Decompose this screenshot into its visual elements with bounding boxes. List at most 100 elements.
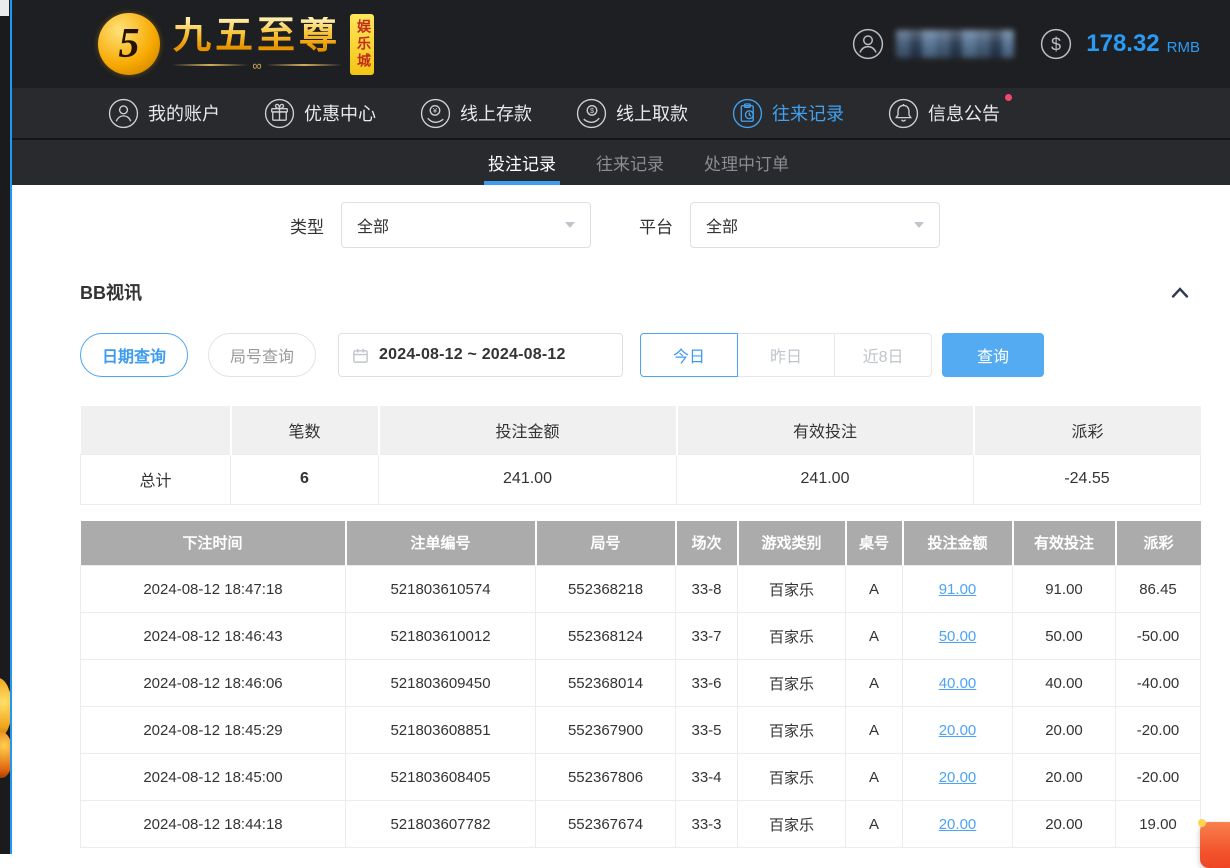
type-select[interactable]: 全部 bbox=[341, 202, 591, 248]
cell-table-no: A bbox=[846, 801, 903, 848]
nav-item-transaction-records[interactable]: 往来记录 bbox=[732, 98, 844, 129]
cell-session: 33-8 bbox=[676, 566, 738, 613]
cell-order-no: 521803610574 bbox=[346, 566, 536, 613]
cell-payout: 86.45 bbox=[1116, 566, 1201, 613]
summary-header-bet-amount: 投注金额 bbox=[379, 406, 677, 454]
svg-text:$: $ bbox=[1051, 34, 1061, 54]
summary-table: 笔数 投注金额 有效投注 派彩 总计 6 241.00 241.00 -24.5… bbox=[80, 406, 1201, 505]
main-navigation: 我的账户 优惠中心 ¥ bbox=[12, 88, 1230, 138]
today-button[interactable]: 今日 bbox=[640, 333, 738, 377]
records-table: 下注时间 注单编号 局号 场次 游戏类别 桌号 投注金额 有效投注 派彩 202… bbox=[80, 521, 1201, 849]
tab-label: 往来记录 bbox=[596, 150, 664, 175]
cell-table-no: A bbox=[846, 613, 903, 660]
col-table-no: 桌号 bbox=[846, 521, 903, 566]
caret-down-icon bbox=[565, 222, 575, 228]
record-clipboard-icon bbox=[732, 98, 763, 129]
round-query-button[interactable]: 局号查询 bbox=[208, 333, 316, 377]
table-row: 2024-08-12 18:45:00 521803608405 5523678… bbox=[81, 754, 1201, 801]
svg-text:$: $ bbox=[590, 105, 594, 114]
sub-tab-bar: 投注记录 往来记录 处理中订单 bbox=[12, 138, 1230, 185]
table-row: 2024-08-12 18:46:06 521803609450 5523680… bbox=[81, 660, 1201, 707]
col-round-no: 局号 bbox=[536, 521, 676, 566]
cell-game-type: 百家乐 bbox=[738, 707, 846, 754]
cell-payout: -50.00 bbox=[1116, 613, 1201, 660]
last-8-days-button[interactable]: 近8日 bbox=[834, 333, 932, 377]
filter-row: 类型 全部 平台 全部 bbox=[290, 202, 1230, 248]
summary-total-row: 总计 6 241.00 241.00 -24.55 bbox=[81, 454, 1201, 504]
platform-select[interactable]: 全部 bbox=[690, 202, 940, 248]
nav-label: 我的账户 bbox=[148, 100, 220, 126]
bet-amount-link[interactable]: 20.00 bbox=[939, 769, 977, 786]
cell-order-no: 521803608405 bbox=[346, 754, 536, 801]
nav-label: 线上取款 bbox=[616, 100, 688, 126]
table-row: 2024-08-12 18:44:18 521803607782 5523676… bbox=[81, 801, 1201, 848]
notification-dot bbox=[1005, 94, 1012, 101]
tab-bet-records[interactable]: 投注记录 bbox=[486, 140, 558, 185]
tab-label: 投注记录 bbox=[488, 150, 556, 175]
summary-count: 6 bbox=[231, 454, 379, 504]
nav-label: 线上存款 bbox=[460, 100, 532, 126]
col-valid-bet: 有效投注 bbox=[1013, 521, 1116, 566]
cell-order-no: 521803609450 bbox=[346, 660, 536, 707]
logo-mark-icon: 5 bbox=[98, 13, 160, 75]
cell-table-no: A bbox=[846, 754, 903, 801]
col-game-type: 游戏类别 bbox=[738, 521, 846, 566]
section-title: BB视讯 bbox=[80, 279, 142, 305]
cell-bet-time: 2024-08-12 18:44:18 bbox=[81, 801, 346, 848]
yesterday-button[interactable]: 昨日 bbox=[737, 333, 835, 377]
background-window-top bbox=[0, 0, 9, 16]
cell-valid-bet: 20.00 bbox=[1013, 707, 1116, 754]
date-query-button[interactable]: 日期查询 bbox=[80, 333, 188, 377]
cell-table-no: A bbox=[846, 566, 903, 613]
bet-amount-link[interactable]: 20.00 bbox=[939, 816, 977, 833]
cell-payout: 19.00 bbox=[1116, 801, 1201, 848]
nav-item-my-account[interactable]: 我的账户 bbox=[108, 98, 220, 129]
cell-bet-time: 2024-08-12 18:45:00 bbox=[81, 754, 346, 801]
search-button[interactable]: 查询 bbox=[942, 333, 1044, 377]
cell-bet-time: 2024-08-12 18:45:29 bbox=[81, 707, 346, 754]
col-payout: 派彩 bbox=[1116, 521, 1201, 566]
bet-amount-link[interactable]: 50.00 bbox=[939, 628, 977, 645]
bet-amount-link[interactable]: 40.00 bbox=[939, 675, 977, 692]
cell-valid-bet: 20.00 bbox=[1013, 801, 1116, 848]
nav-label: 优惠中心 bbox=[304, 100, 376, 126]
tab-pending-orders[interactable]: 处理中订单 bbox=[702, 140, 791, 185]
cell-table-no: A bbox=[846, 707, 903, 754]
nav-item-online-deposit[interactable]: ¥ 线上存款 bbox=[420, 98, 532, 129]
site-logo[interactable]: 5 九五至尊 ∞ 娱乐城 bbox=[98, 13, 374, 75]
cell-session: 33-5 bbox=[676, 707, 738, 754]
user-avatar-icon[interactable] bbox=[852, 28, 884, 60]
tab-label: 处理中订单 bbox=[704, 150, 789, 175]
type-filter-label: 类型 bbox=[290, 213, 324, 238]
cell-order-no: 521803608851 bbox=[346, 707, 536, 754]
nav-item-online-withdraw[interactable]: $ 线上取款 bbox=[576, 98, 688, 129]
summary-header-blank bbox=[81, 406, 231, 454]
type-select-value: 全部 bbox=[357, 213, 565, 237]
cell-game-type: 百家乐 bbox=[738, 754, 846, 801]
summary-header-count: 笔数 bbox=[231, 406, 379, 454]
user-icon bbox=[108, 98, 139, 129]
bet-amount-link[interactable]: 91.00 bbox=[939, 581, 977, 598]
cell-table-no: A bbox=[846, 660, 903, 707]
bet-amount-link[interactable]: 20.00 bbox=[939, 722, 977, 739]
nav-item-promotions[interactable]: 优惠中心 bbox=[264, 98, 376, 129]
cell-order-no: 521803610012 bbox=[346, 613, 536, 660]
header-account-area: $ 178.32 RMB bbox=[852, 0, 1200, 88]
platform-select-value: 全部 bbox=[706, 213, 914, 237]
nav-item-announcements[interactable]: 信息公告 bbox=[888, 98, 1000, 129]
cell-payout: -40.00 bbox=[1116, 660, 1201, 707]
logo-text: 九五至尊 bbox=[173, 17, 341, 55]
tab-transaction-records[interactable]: 往来记录 bbox=[594, 140, 666, 185]
nav-label: 往来记录 bbox=[772, 100, 844, 126]
cell-payout: -20.00 bbox=[1116, 754, 1201, 801]
calendar-icon bbox=[352, 347, 369, 364]
cell-session: 33-6 bbox=[676, 660, 738, 707]
background-window-strip bbox=[0, 0, 10, 854]
balance-dollar-icon[interactable]: $ bbox=[1040, 28, 1072, 60]
cell-game-type: 百家乐 bbox=[738, 613, 846, 660]
promo-red-envelope[interactable] bbox=[1200, 822, 1230, 868]
date-range-input[interactable]: 2024-08-12 ~ 2024-08-12 bbox=[338, 333, 623, 377]
chevron-up-icon[interactable] bbox=[1168, 283, 1192, 301]
username-redacted bbox=[896, 30, 1014, 58]
svg-text:¥: ¥ bbox=[433, 105, 438, 114]
